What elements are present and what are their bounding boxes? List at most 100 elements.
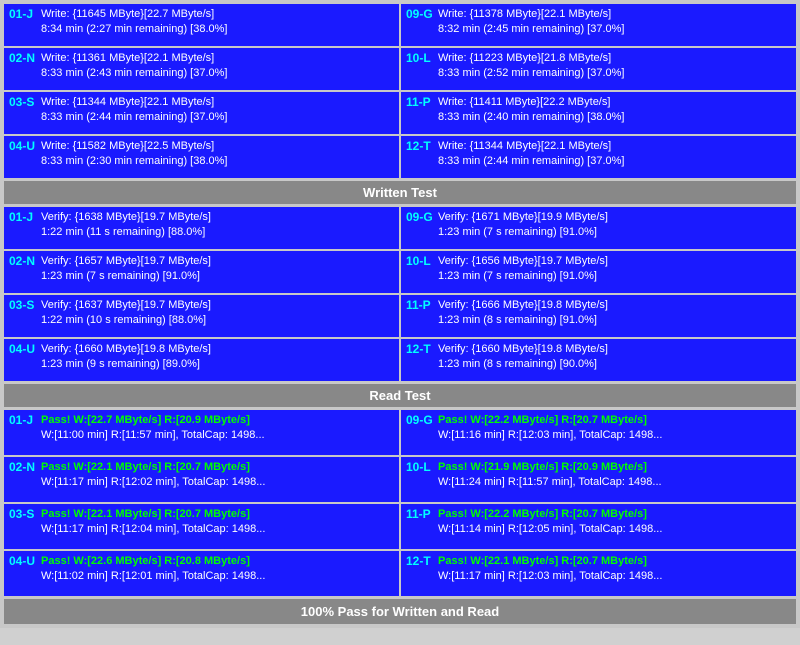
plabel-03s: 03-S [9, 507, 41, 521]
drive-label-10l: 10-L [406, 51, 438, 65]
vlabel-02n: 02-N [9, 254, 41, 268]
write-line1-02n: Write: {11361 MByte}[22.1 MByte/s] [41, 51, 227, 66]
verify-line1-01j: Verify: {1638 MByte}[19.7 MByte/s] [41, 210, 211, 225]
plabel-11p: 11-P [406, 507, 438, 521]
write-cell-12t: 12-T Write: {11344 MByte}[22.1 MByte/s] … [401, 136, 796, 178]
pass-cell-10l: 10-L Pass! W:[21.9 MByte/s] R:[20.9 MByt… [401, 457, 796, 502]
verify-line2-01j: 1:22 min (11 s remaining) [88.0%] [41, 225, 211, 240]
pass-cell-09g: 09-G Pass! W:[22.2 MByte/s] R:[20.7 MByt… [401, 410, 796, 455]
write-line2-01j: 8:34 min (2:27 min remaining) [38.0%] [41, 22, 227, 37]
verify-cell-12t: 12-T Verify: {1660 MByte}[19.8 MByte/s] … [401, 339, 796, 381]
pass-line2-12t: W:[11:17 min] R:[12:03 min], TotalCap: 1… [438, 569, 662, 584]
verify-section: 01-J Verify: {1638 MByte}[19.7 MByte/s] … [4, 207, 796, 381]
drive-label-03s: 03-S [9, 95, 41, 109]
pass-line2-03s: W:[11:17 min] R:[12:04 min], TotalCap: 1… [41, 522, 265, 537]
write-line2-11p: 8:33 min (2:40 min remaining) [38.0%] [438, 110, 624, 125]
plabel-10l: 10-L [406, 460, 438, 474]
read-grid: 01-J Pass! W:[22.7 MByte/s] R:[20.9 MByt… [4, 410, 796, 596]
pass-line2-02n: W:[11:17 min] R:[12:02 min], TotalCap: 1… [41, 475, 265, 490]
pass-cell-03s: 03-S Pass! W:[22.1 MByte/s] R:[20.7 MByt… [4, 504, 399, 549]
verify-line2-09g: 1:23 min (7 s remaining) [91.0%] [438, 225, 608, 240]
plabel-09g: 09-G [406, 413, 438, 427]
verify-right-col: 09-G Verify: {1671 MByte}[19.9 MByte/s] … [401, 207, 796, 381]
write-line2-10l: 8:33 min (2:52 min remaining) [37.0%] [438, 66, 624, 81]
write-line1-12t: Write: {11344 MByte}[22.1 MByte/s] [438, 139, 624, 154]
pass-line2-01j: W:[11:00 min] R:[11:57 min], TotalCap: 1… [41, 428, 265, 443]
write-line1-01j: Write: {11645 MByte}[22.7 MByte/s] [41, 7, 227, 22]
write-line1-04u: Write: {11582 MByte}[22.5 MByte/s] [41, 139, 227, 154]
vlabel-09g: 09-G [406, 210, 438, 224]
pass-cell-04u: 04-U Pass! W:[22.6 MByte/s] R:[20.8 MByt… [4, 551, 399, 596]
write-cell-02n: 02-N Write: {11361 MByte}[22.1 MByte/s] … [4, 48, 399, 90]
drive-label-01j: 01-J [9, 7, 41, 21]
pass-line2-10l: W:[11:24 min] R:[11:57 min], TotalCap: 1… [438, 475, 662, 490]
pass-line1-10l: Pass! W:[21.9 MByte/s] R:[20.9 MByte/s] [438, 460, 662, 475]
vlabel-01j: 01-J [9, 210, 41, 224]
plabel-02n: 02-N [9, 460, 41, 474]
vlabel-10l: 10-L [406, 254, 438, 268]
write-right-col: 09-G Write: {11378 MByte}[22.1 MByte/s] … [401, 4, 796, 178]
write-cell-04u: 04-U Write: {11582 MByte}[22.5 MByte/s] … [4, 136, 399, 178]
vlabel-04u: 04-U [9, 342, 41, 356]
drive-label-12t: 12-T [406, 139, 438, 153]
plabel-12t: 12-T [406, 554, 438, 568]
pass-line1-04u: Pass! W:[22.6 MByte/s] R:[20.8 MByte/s] [41, 554, 265, 569]
write-section: 01-J Write: {11645 MByte}[22.7 MByte/s] … [4, 4, 796, 178]
written-test-header: Written Test [4, 181, 796, 204]
write-left-col: 01-J Write: {11645 MByte}[22.7 MByte/s] … [4, 4, 399, 178]
verify-cell-01j: 01-J Verify: {1638 MByte}[19.7 MByte/s] … [4, 207, 399, 249]
write-line2-03s: 8:33 min (2:44 min remaining) [37.0%] [41, 110, 227, 125]
pass-line1-12t: Pass! W:[22.1 MByte/s] R:[20.7 MByte/s] [438, 554, 662, 569]
verify-line2-04u: 1:23 min (9 s remaining) [89.0%] [41, 357, 211, 372]
pass-line1-03s: Pass! W:[22.1 MByte/s] R:[20.7 MByte/s] [41, 507, 265, 522]
write-line2-12t: 8:33 min (2:44 min remaining) [37.0%] [438, 154, 624, 169]
verify-line2-02n: 1:23 min (7 s remaining) [91.0%] [41, 269, 211, 284]
plabel-01j: 01-J [9, 413, 41, 427]
pass-line1-01j: Pass! W:[22.7 MByte/s] R:[20.9 MByte/s] [41, 413, 265, 428]
write-line2-04u: 8:33 min (2:30 min remaining) [38.0%] [41, 154, 227, 169]
verify-cell-09g: 09-G Verify: {1671 MByte}[19.9 MByte/s] … [401, 207, 796, 249]
verify-line1-12t: Verify: {1660 MByte}[19.8 MByte/s] [438, 342, 608, 357]
write-cell-01j: 01-J Write: {11645 MByte}[22.7 MByte/s] … [4, 4, 399, 46]
write-cell-09g: 09-G Write: {11378 MByte}[22.1 MByte/s] … [401, 4, 796, 46]
write-line1-11p: Write: {11411 MByte}[22.2 MByte/s] [438, 95, 624, 110]
write-line1-09g: Write: {11378 MByte}[22.1 MByte/s] [438, 7, 624, 22]
drive-label-09g: 09-G [406, 7, 438, 21]
pass-line1-02n: Pass! W:[22.1 MByte/s] R:[20.7 MByte/s] [41, 460, 265, 475]
verify-line2-10l: 1:23 min (7 s remaining) [91.0%] [438, 269, 608, 284]
write-grid: 01-J Write: {11645 MByte}[22.7 MByte/s] … [4, 4, 796, 178]
verify-left-col: 01-J Verify: {1638 MByte}[19.7 MByte/s] … [4, 207, 399, 381]
verify-line1-02n: Verify: {1657 MByte}[19.7 MByte/s] [41, 254, 211, 269]
write-cell-03s: 03-S Write: {11344 MByte}[22.1 MByte/s] … [4, 92, 399, 134]
verify-line2-03s: 1:22 min (10 s remaining) [88.0%] [41, 313, 211, 328]
write-cell-10l: 10-L Write: {11223 MByte}[21.8 MByte/s] … [401, 48, 796, 90]
verify-line1-11p: Verify: {1666 MByte}[19.8 MByte/s] [438, 298, 608, 313]
write-line1-10l: Write: {11223 MByte}[21.8 MByte/s] [438, 51, 624, 66]
drive-label-04u: 04-U [9, 139, 41, 153]
vlabel-03s: 03-S [9, 298, 41, 312]
drive-label-11p: 11-P [406, 95, 438, 109]
pass-cell-12t: 12-T Pass! W:[22.1 MByte/s] R:[20.7 MByt… [401, 551, 796, 596]
pass-cell-01j: 01-J Pass! W:[22.7 MByte/s] R:[20.9 MByt… [4, 410, 399, 455]
plabel-04u: 04-U [9, 554, 41, 568]
write-line2-09g: 8:32 min (2:45 min remaining) [37.0%] [438, 22, 624, 37]
vlabel-12t: 12-T [406, 342, 438, 356]
verify-line2-12t: 1:23 min (8 s remaining) [90.0%] [438, 357, 608, 372]
verify-cell-10l: 10-L Verify: {1656 MByte}[19.7 MByte/s] … [401, 251, 796, 293]
pass-line2-09g: W:[11:16 min] R:[12:03 min], TotalCap: 1… [438, 428, 662, 443]
verify-cell-11p: 11-P Verify: {1666 MByte}[19.8 MByte/s] … [401, 295, 796, 337]
main-container: 01-J Write: {11645 MByte}[22.7 MByte/s] … [0, 0, 800, 628]
verify-line2-11p: 1:23 min (8 s remaining) [91.0%] [438, 313, 608, 328]
read-left-col: 01-J Pass! W:[22.7 MByte/s] R:[20.9 MByt… [4, 410, 399, 596]
write-line1-03s: Write: {11344 MByte}[22.1 MByte/s] [41, 95, 227, 110]
pass-line1-09g: Pass! W:[22.2 MByte/s] R:[20.7 MByte/s] [438, 413, 662, 428]
pass-line1-11p: Pass! W:[22.2 MByte/s] R:[20.7 MByte/s] [438, 507, 662, 522]
write-line2-02n: 8:33 min (2:43 min remaining) [37.0%] [41, 66, 227, 81]
read-section: 01-J Pass! W:[22.7 MByte/s] R:[20.9 MByt… [4, 410, 796, 596]
verify-cell-03s: 03-S Verify: {1637 MByte}[19.7 MByte/s] … [4, 295, 399, 337]
vlabel-11p: 11-P [406, 298, 438, 312]
pass-line2-04u: W:[11:02 min] R:[12:01 min], TotalCap: 1… [41, 569, 265, 584]
verify-line1-03s: Verify: {1637 MByte}[19.7 MByte/s] [41, 298, 211, 313]
pass-cell-02n: 02-N Pass! W:[22.1 MByte/s] R:[20.7 MByt… [4, 457, 399, 502]
verify-line1-04u: Verify: {1660 MByte}[19.8 MByte/s] [41, 342, 211, 357]
